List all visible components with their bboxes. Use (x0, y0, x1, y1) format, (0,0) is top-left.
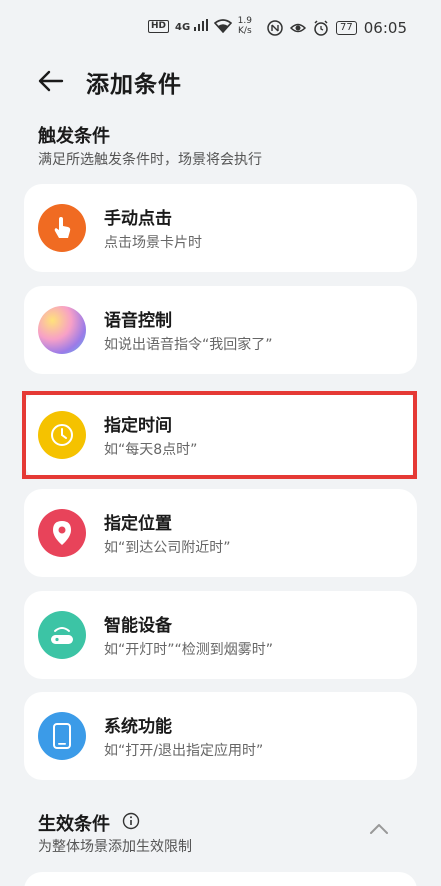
condition-card-specified-time[interactable]: 指定时间 如“每天8点时” (24, 391, 417, 479)
hd-badge: HD (148, 19, 170, 33)
card-title: 智能设备 (104, 616, 172, 636)
card-title: 语音控制 (104, 311, 172, 331)
wifi-icon (213, 19, 232, 33)
network-speed: 1.9 K/s (238, 16, 252, 36)
signal-label: 4G (175, 22, 191, 33)
battery-icon: 77 (336, 21, 357, 35)
condition-card-smart-device[interactable]: 智能设备 如“开灯时”“检测到烟雾时” (24, 591, 417, 679)
clock-icon (38, 411, 86, 459)
trigger-section-subtitle: 满足所选触发条件时，场景将会执行 (38, 152, 262, 168)
back-arrow-icon[interactable] (36, 66, 66, 96)
card-subtitle: 如“打开/退出指定应用时” (104, 743, 264, 759)
card-subtitle: 如“每天8点时” (104, 442, 198, 458)
card-title: 手动点击 (104, 209, 172, 229)
card-subtitle: 如说出语音指令“我回家了” (104, 337, 273, 353)
status-bar: HD 4G 1.9 K/s 77 06:05 (0, 0, 441, 56)
condition-card-system-function[interactable]: 系统功能 如“打开/退出指定应用时” (24, 692, 417, 780)
speed-value: 1.9 (237, 16, 252, 26)
hand-tap-icon (38, 204, 86, 252)
card-subtitle: 点击场景卡片时 (104, 235, 202, 251)
nfc-icon (267, 20, 283, 36)
condition-card-manual-tap[interactable]: 手动点击 点击场景卡片时 (24, 184, 417, 272)
location-pin-icon (38, 509, 86, 557)
effective-section-title: 生效条件 (38, 814, 110, 835)
network-indicators: HD 4G 1.9 K/s (148, 16, 252, 36)
card-title: 指定位置 (104, 514, 172, 534)
speed-unit: K/s (238, 26, 252, 36)
page-title: 添加条件 (86, 72, 182, 98)
chevron-up-icon[interactable] (368, 822, 390, 836)
eye-icon (290, 23, 307, 33)
voice-assistant-icon (38, 306, 86, 354)
app-header: 添加条件 (0, 56, 441, 106)
card-title: 系统功能 (104, 717, 172, 737)
card-subtitle: 如“开灯时”“检测到烟雾时” (104, 642, 274, 658)
trigger-section-title: 触发条件 (38, 126, 110, 147)
clock-time: 06:05 (363, 19, 407, 37)
condition-card-specified-location[interactable]: 指定位置 如“到达公司附近时” (24, 489, 417, 577)
system-indicators: 77 06:05 (267, 19, 407, 37)
phone-icon (38, 712, 86, 760)
smart-device-icon (38, 611, 86, 659)
effective-condition-card[interactable] (24, 872, 417, 886)
alarm-icon (314, 20, 328, 36)
card-subtitle: 如“到达公司附近时” (104, 540, 231, 556)
info-icon[interactable] (122, 812, 140, 830)
condition-card-voice-control[interactable]: 语音控制 如说出语音指令“我回家了” (24, 286, 417, 374)
card-title: 指定时间 (104, 416, 172, 436)
effective-section-subtitle: 为整体场景添加生效限制 (38, 839, 192, 855)
signal-icon: 4G (175, 19, 208, 33)
